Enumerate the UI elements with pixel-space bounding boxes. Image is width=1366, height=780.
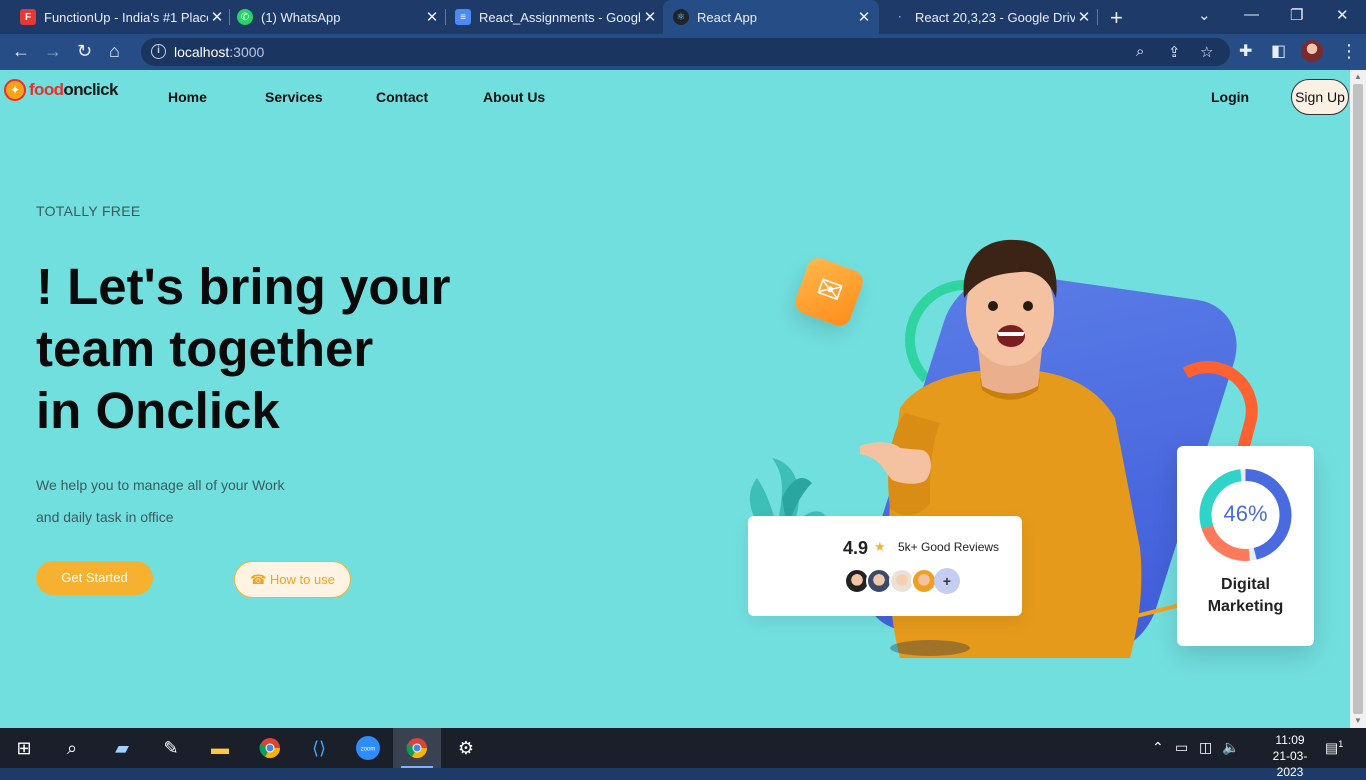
close-icon[interactable]: ✕ xyxy=(423,8,441,26)
nav-about-us[interactable]: About Us xyxy=(483,89,545,105)
close-icon[interactable]: ✕ xyxy=(641,8,659,26)
more-reviewers-button[interactable]: + xyxy=(934,568,960,594)
home-icon[interactable]: ⌂ xyxy=(109,41,120,62)
close-icon[interactable]: ✕ xyxy=(1075,8,1093,26)
progress-percent: 46% xyxy=(1223,501,1268,526)
tab-react-assignments[interactable]: ≡ React_Assignments - Google ✕ xyxy=(449,0,659,34)
google-drive-icon: · xyxy=(898,11,902,23)
mail-envelope-icon: ✉ xyxy=(791,254,867,330)
hero-headline: ! Let's bring your team together in Oncl… xyxy=(36,258,451,439)
volume-icon[interactable]: 🔈 xyxy=(1222,739,1239,756)
forward-arrow-icon[interactable]: → xyxy=(44,41,62,62)
network-icon[interactable]: ◫ xyxy=(1199,739,1212,756)
scroll-up-icon[interactable]: ▲ xyxy=(1354,72,1362,81)
logo-badge-icon: ✦ xyxy=(4,79,26,101)
sign-up-button[interactable]: Sign Up xyxy=(1291,79,1349,115)
scrollbar-thumb[interactable] xyxy=(1353,84,1363,714)
nav-contact[interactable]: Contact xyxy=(376,89,428,105)
tab-functionup[interactable]: F FunctionUp - India's #1 Place ✕ xyxy=(14,0,226,34)
page-viewport: ✦ foodonclick Home Services Contact Abou… xyxy=(0,70,1350,728)
notes-app-icon[interactable]: ▰ xyxy=(110,736,134,760)
vscode-icon[interactable]: ⟨⟩ xyxy=(307,736,331,760)
tab-react-app[interactable]: ⚛ React App ✕ xyxy=(663,0,879,34)
google-docs-icon: ≡ xyxy=(455,9,471,25)
snipping-tool-icon[interactable]: ✎ xyxy=(159,736,183,760)
close-icon[interactable]: ✕ xyxy=(855,8,873,26)
hero-subtext-line1: We help you to manage all of your Work xyxy=(36,477,285,493)
zoom-icon[interactable]: ⌕ xyxy=(1136,43,1144,60)
profile-avatar[interactable] xyxy=(1301,40,1323,62)
menu-dots-icon[interactable]: ⋮ xyxy=(1340,41,1358,62)
back-arrow-icon[interactable]: ← xyxy=(12,41,30,62)
chevron-up-icon[interactable]: ⌃ xyxy=(1152,739,1164,756)
tab-title: (1) WhatsApp xyxy=(261,9,341,25)
minimize-button[interactable]: — xyxy=(1244,6,1259,23)
tab-title: FunctionUp - India's #1 Place xyxy=(44,9,208,25)
close-icon[interactable]: ✕ xyxy=(208,8,226,26)
battery-icon[interactable]: ▭ xyxy=(1175,739,1188,756)
windows-start-icon[interactable]: ⊞ xyxy=(12,736,36,760)
page-scrollbar[interactable]: ▲ ▼ xyxy=(1350,70,1366,728)
search-icon[interactable]: ⌕ xyxy=(60,736,84,760)
nav-home[interactable]: Home xyxy=(168,89,207,105)
side-panel-icon[interactable]: ◧ xyxy=(1271,41,1286,61)
digital-marketing-card: 46% Digital Marketing xyxy=(1177,446,1314,646)
restore-button[interactable]: ❐ xyxy=(1290,6,1303,24)
reviews-card: 4.9 ★ 5k+ Good Reviews + xyxy=(748,516,1022,616)
card-label: Digital Marketing xyxy=(1207,576,1284,615)
tab-title: React_Assignments - Google xyxy=(479,9,641,25)
how-to-use-button[interactable]: ☎ How to use xyxy=(234,561,351,598)
bookmark-star-icon[interactable]: ☆ xyxy=(1200,43,1213,61)
tab-whatsapp[interactable]: ✆ (1) WhatsApp ✕ xyxy=(231,0,441,34)
settings-gear-icon[interactable]: ⚙ xyxy=(454,736,478,760)
whatsapp-icon: ✆ xyxy=(237,9,253,25)
tab-search-chevron-icon[interactable]: ⌄ xyxy=(1198,6,1211,24)
windows-taskbar: ⊞ ⌕ ▰ ✎ ▬ ⟨⟩ zoom ⚙ ⌃ ▭ ◫ 🔈 11:09 21-03-… xyxy=(0,728,1366,779)
tab-title: React 20,3,23 - Google Drive xyxy=(915,9,1075,25)
extensions-icon[interactable]: ✚ xyxy=(1239,41,1252,61)
camera-icon: ☎ xyxy=(250,572,270,587)
star-icon: ★ xyxy=(874,539,886,554)
reload-icon[interactable]: ↻ xyxy=(77,41,92,62)
site-logo[interactable]: ✦ foodonclick xyxy=(4,79,118,101)
chrome-icon[interactable] xyxy=(258,736,282,760)
login-link[interactable]: Login xyxy=(1211,89,1249,105)
address-bar[interactable]: i localhost:3000 ⌕ ⇪ ☆ xyxy=(141,38,1230,66)
tab-title: React App xyxy=(697,9,757,25)
file-explorer-icon[interactable]: ▬ xyxy=(208,736,232,760)
notification-center-icon[interactable]: ▤1 xyxy=(1325,739,1343,757)
get-started-button[interactable]: Get Started xyxy=(36,561,153,595)
chrome-active-icon[interactable] xyxy=(405,736,429,760)
system-clock[interactable]: 11:09 21-03-2023 xyxy=(1260,732,1320,780)
svg-text:zoom: zoom xyxy=(361,747,376,753)
new-tab-button[interactable]: + xyxy=(1110,5,1123,31)
functionup-icon: F xyxy=(20,9,36,25)
review-score: 4.9 xyxy=(843,538,869,558)
nav-services[interactable]: Services xyxy=(265,89,323,105)
share-icon[interactable]: ⇪ xyxy=(1168,43,1181,61)
zoom-icon[interactable]: zoom xyxy=(356,736,380,760)
site-info-icon[interactable]: i xyxy=(151,44,166,59)
scroll-down-icon[interactable]: ▼ xyxy=(1354,716,1362,725)
close-window-button[interactable]: ✕ xyxy=(1336,6,1349,24)
tab-google-drive[interactable]: · React 20,3,23 - Google Drive ✕ xyxy=(883,0,1093,34)
url-text: localhost:3000 xyxy=(174,44,265,60)
browser-tab-strip: F FunctionUp - India's #1 Place ✕ ✆ (1) … xyxy=(0,0,1366,34)
review-label: 5k+ Good Reviews xyxy=(898,540,1000,554)
browser-toolbar: ← → ↻ ⌂ i localhost:3000 ⌕ ⇪ ☆ ✚ ◧ ⋮ xyxy=(0,34,1366,70)
hero-subtext-line2: and daily task in office xyxy=(36,509,174,525)
hero-eyebrow: TOTALLY FREE xyxy=(36,203,141,219)
react-icon: ⚛ xyxy=(673,9,689,25)
